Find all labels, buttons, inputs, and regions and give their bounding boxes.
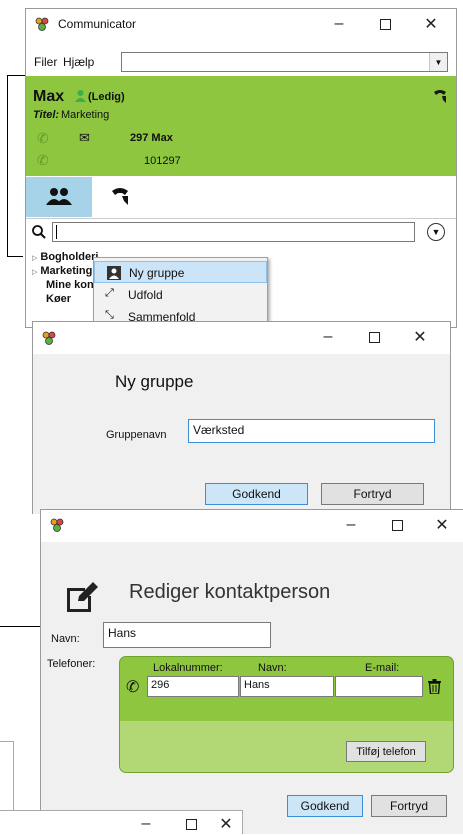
maximize-icon [391, 519, 403, 531]
phone-name: 297 Max [130, 132, 173, 144]
user-panel: Max (Ledig) Titel: Marketing ✆ ✉ 297 Max… [26, 76, 456, 176]
window-title: Communicator [58, 17, 137, 31]
email-input[interactable] [335, 676, 423, 697]
title-bar: Communicator – ✕ [26, 9, 456, 39]
group-name-label: Gruppenavn [106, 429, 167, 441]
mail-icon: ✉ [79, 130, 90, 145]
phone-icon: ✆ [126, 679, 140, 696]
rediger-kontakt-dialog: – ✕ Rediger kontaktperson Navn: Hans Tel… [40, 509, 463, 834]
ny-gruppe-dialog: – ✕ Ny gruppe Gruppenavn Værksted Godken… [32, 321, 451, 514]
phone-icon: ✆ [37, 130, 49, 146]
connector-line [13, 741, 14, 810]
menu-item-udfold[interactable]: ⤢ Udfold [94, 284, 267, 306]
app-logo-icon [49, 517, 65, 536]
maximize-icon [185, 818, 197, 830]
ok-button[interactable]: Godkend [287, 795, 363, 817]
expand-circle-icon[interactable]: ▼ [427, 223, 445, 241]
chevron-down-icon: ▼ [429, 53, 447, 71]
dialog-title-bar: – ✕ [41, 510, 463, 542]
tab-bar [26, 177, 456, 217]
maximize-button[interactable] [362, 9, 408, 39]
dialog-heading: Rediger kontaktperson [129, 581, 331, 603]
tab-calls[interactable] [92, 177, 148, 217]
tree-item-bogholderi[interactable]: ▷ Bogholderi [32, 251, 98, 263]
column-header-navn: Navn: [258, 662, 287, 674]
connector-line [7, 75, 8, 256]
call-history-icon [109, 185, 131, 210]
status-dropdown[interactable]: ▼ [121, 52, 448, 72]
phone-number: 101297 [144, 155, 181, 167]
maximize-icon [379, 18, 391, 30]
menu-bar: Filer Hjælp ▼ [26, 52, 456, 74]
transfer-call-icon[interactable] [431, 87, 449, 105]
expand-icon: ⤢ [105, 287, 114, 299]
maximize-icon [368, 331, 380, 343]
cancel-button[interactable]: Fortryd [371, 795, 447, 817]
connector-line [7, 256, 23, 257]
title-value: Marketing [61, 109, 110, 121]
minimize-button[interactable]: – [316, 9, 362, 39]
search-row: ▼ [26, 218, 456, 246]
tree-item-marketing[interactable]: ▷ Marketing [32, 265, 92, 277]
expand-arrow-icon: ▷ [32, 255, 38, 262]
user-name: Max [33, 88, 65, 105]
name-label: Navn: [51, 633, 80, 645]
connector-line [0, 626, 40, 627]
close-button[interactable]: ✕ [206, 812, 246, 836]
connector-line [7, 75, 25, 76]
maximize-button[interactable] [374, 510, 420, 540]
tree-item-koer[interactable]: Køer [46, 293, 71, 305]
people-icon [46, 187, 72, 208]
person-status-icon [74, 89, 87, 102]
cancel-button[interactable]: Fortryd [321, 483, 424, 505]
phone-icon: ✆ [37, 152, 49, 168]
partial-window-titlebar: – ✕ [0, 810, 243, 834]
close-button[interactable]: ✕ [397, 322, 443, 352]
search-input[interactable] [52, 222, 415, 242]
phones-label: Telefoner: [47, 658, 96, 670]
close-button[interactable]: ✕ [419, 510, 463, 540]
user-status: (Ledig) [88, 91, 125, 103]
menu-item-ny-gruppe[interactable]: Ny gruppe [94, 261, 267, 283]
search-icon [32, 225, 46, 242]
edit-icon [65, 580, 99, 617]
tab-contacts[interactable] [26, 177, 92, 217]
ok-button[interactable]: Godkend [205, 483, 308, 505]
close-button[interactable]: ✕ [408, 9, 454, 39]
phones-card: Lokalnummer: Navn: E-mail: ✆ 296 Hans Ti… [119, 656, 454, 773]
minimize-button[interactable]: – [305, 322, 351, 352]
navn-input[interactable]: Hans [240, 676, 334, 697]
column-header-email: E-mail: [365, 662, 400, 674]
column-header-lokal: Lokalnummer: [153, 662, 223, 674]
trash-icon[interactable] [428, 679, 441, 697]
text-cursor [56, 225, 57, 239]
dialog-body: Ny gruppe Gruppenavn Værksted Godkend Fo… [33, 354, 450, 514]
group-icon [106, 265, 122, 281]
minimize-button[interactable]: – [328, 510, 374, 540]
group-name-input[interactable]: Værksted [188, 419, 435, 443]
context-menu: Ny gruppe ⤢ Udfold ⤡ Sammenfold [93, 257, 268, 324]
title-label: Titel: [33, 109, 60, 121]
maximize-button[interactable] [351, 322, 397, 352]
add-phone-button[interactable]: Tilføj telefon [346, 741, 426, 762]
name-input[interactable]: Hans [103, 622, 271, 648]
minimize-button[interactable]: – [123, 812, 169, 836]
connector-line [0, 741, 14, 742]
menu-hjaelp[interactable]: Hjælp [63, 55, 94, 69]
lokal-input[interactable]: 296 [147, 676, 239, 697]
expand-arrow-icon: ▷ [32, 269, 38, 276]
dialog-body: Rediger kontaktperson Navn: Hans Telefon… [41, 542, 463, 834]
dialog-title-bar: – ✕ [33, 322, 450, 354]
menu-filer[interactable]: Filer [34, 55, 57, 69]
dialog-heading: Ny gruppe [115, 372, 194, 391]
app-logo-icon [34, 16, 50, 32]
app-logo-icon [41, 330, 57, 349]
